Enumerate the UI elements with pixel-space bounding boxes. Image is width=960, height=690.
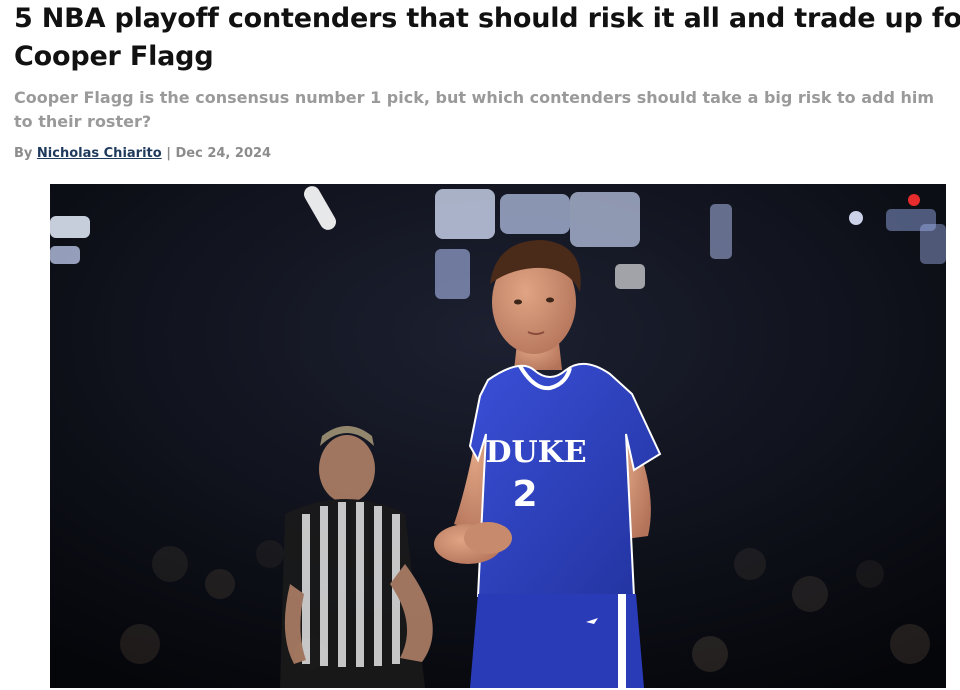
subtitle-line-1: Cooper Flagg is the consensus number 1 p…	[14, 88, 935, 107]
jersey-number: 2	[512, 474, 537, 515]
hero-photo-illustration: DUKE 2	[50, 184, 946, 688]
byline-prefix: By	[14, 146, 33, 161]
article-subtitle: Cooper Flagg is the consensus number 1 p…	[14, 86, 960, 134]
headline-line-2: Cooper Flagg	[14, 41, 214, 72]
jersey-text: DUKE	[485, 435, 586, 470]
hero-photo: DUKE 2	[50, 184, 946, 688]
publish-date: Dec 24, 2024	[175, 146, 272, 161]
article-headline: 5 NBA playoff contenders that should ris…	[14, 0, 960, 76]
headline-line-1: 5 NBA playoff contenders that should ris…	[14, 3, 960, 34]
author-link[interactable]: Nicholas Chiarito	[37, 146, 162, 161]
byline: By Nicholas Chiarito | Dec 24, 2024	[14, 146, 271, 161]
subtitle-line-2: to their roster?	[14, 112, 152, 131]
byline-separator: |	[166, 146, 171, 161]
